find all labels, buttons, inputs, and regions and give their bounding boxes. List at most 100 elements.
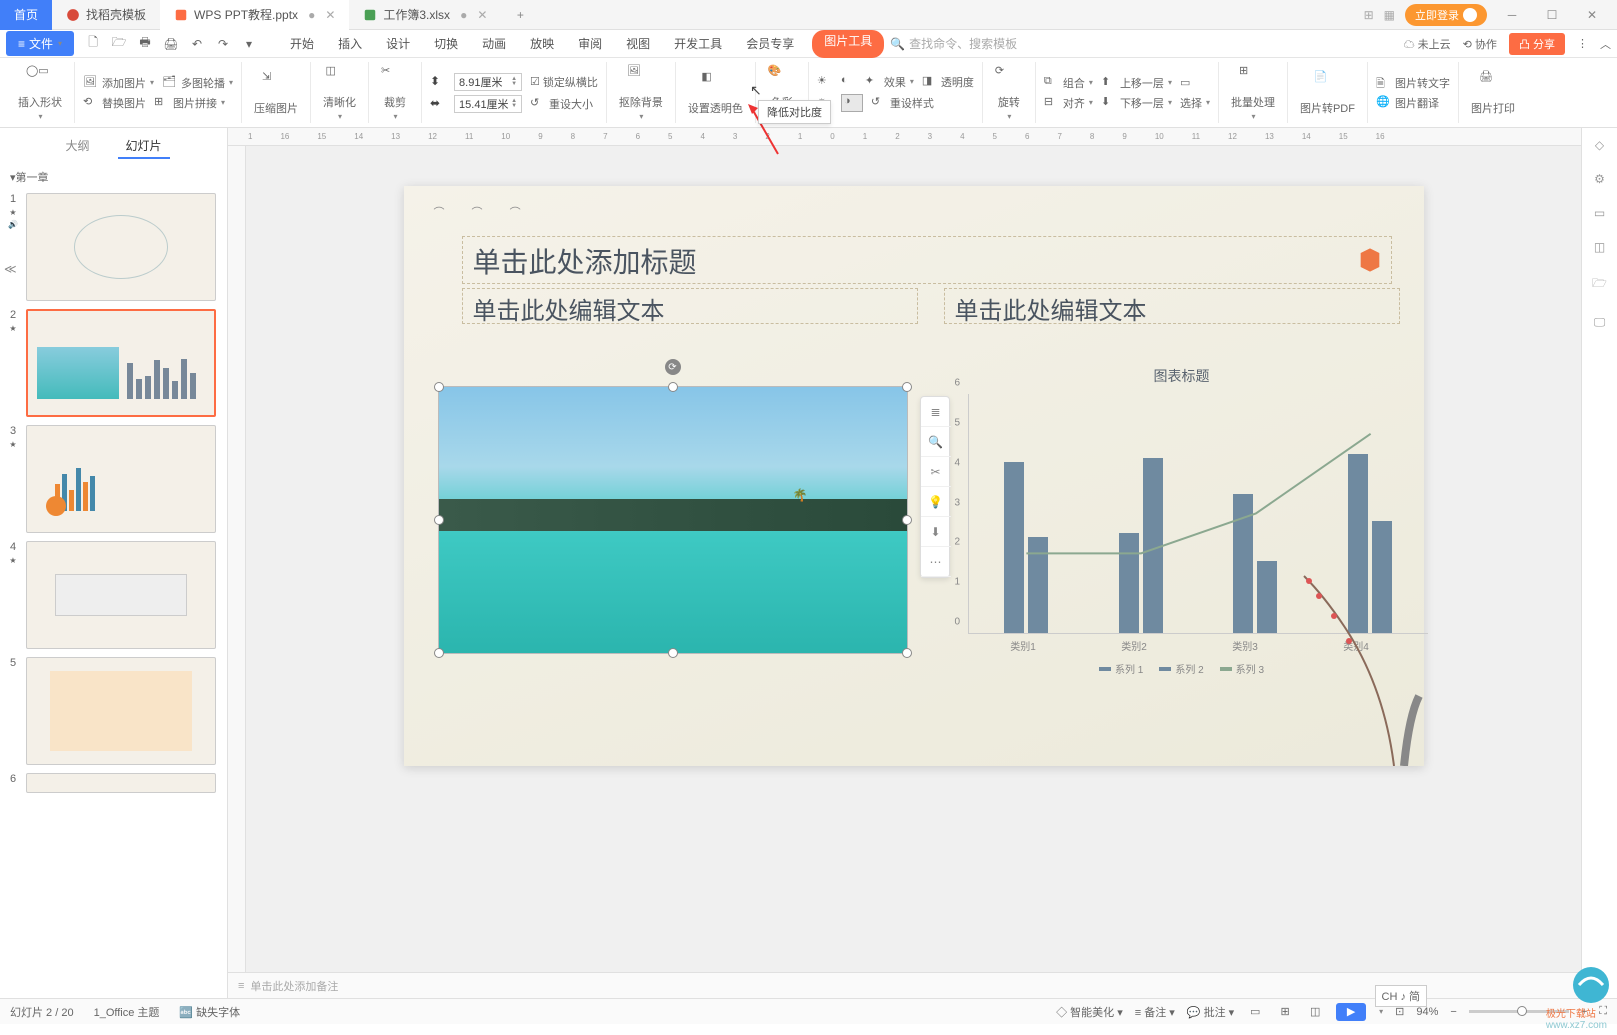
tab-indicator-icon[interactable]: ●	[460, 8, 467, 22]
login-button[interactable]: 立即登录	[1405, 4, 1487, 26]
tab-review[interactable]: 审阅	[566, 30, 614, 58]
tab-picture-tools[interactable]: 图片工具	[812, 30, 884, 58]
dock-settings-icon[interactable]: ⚙	[1594, 172, 1605, 186]
lock-ratio-checkbox[interactable]: ☑锁定纵横比	[530, 74, 598, 90]
resize-handle-w[interactable]	[434, 515, 444, 525]
cloud-status[interactable]: ☁ 未上云	[1404, 36, 1451, 52]
notes-button[interactable]: ≡ 备注 ▾	[1135, 1004, 1175, 1020]
comment-button[interactable]: 💬 批注 ▾	[1187, 1004, 1234, 1020]
set-transparent-button[interactable]: ◧设置透明色	[684, 70, 747, 116]
selection-pane-icon[interactable]: ▭	[1180, 76, 1190, 89]
tab-devtools[interactable]: 开发工具	[662, 30, 734, 58]
view-sorter-icon[interactable]: ⊞	[1276, 1003, 1294, 1021]
height-input[interactable]: 8.91厘米▲▼	[454, 73, 522, 91]
rotate-button[interactable]: ⟳旋转▾	[991, 64, 1027, 121]
more-menu-icon[interactable]: ⋮	[1577, 37, 1588, 50]
missing-font[interactable]: 🔤 缺失字体	[179, 1004, 240, 1020]
select-button[interactable]: 选择▾	[1180, 95, 1210, 111]
ft-zoom-button[interactable]: 🔍	[921, 427, 951, 457]
slides-tab[interactable]: 幻灯片	[118, 134, 170, 159]
move-up-button[interactable]: ⬆上移一层▾	[1101, 75, 1172, 91]
multi-outline-button[interactable]: 🗂多图轮播▾	[162, 75, 233, 91]
apps-icon[interactable]: ⊞	[1364, 8, 1374, 22]
text-placeholder-left[interactable]: 单击此处编辑文本	[462, 288, 918, 324]
tab-home[interactable]: 首页	[0, 0, 52, 30]
to-pdf-button[interactable]: 📄图片转PDF	[1296, 70, 1359, 116]
share-button[interactable]: 凸 分享	[1509, 33, 1565, 55]
insert-shape-button[interactable]: ◯▭插入形状▾	[14, 64, 66, 121]
resize-handle-n[interactable]	[668, 382, 678, 392]
resize-handle-s[interactable]	[668, 648, 678, 658]
horizontal-ruler[interactable]: 1161514131211109876543210123456789101112…	[228, 128, 1581, 146]
move-down-button[interactable]: ⬇下移一层▾	[1101, 95, 1172, 111]
outline-tab[interactable]: 大纲	[57, 134, 97, 159]
replace-image-button[interactable]: ⟲替换图片	[83, 95, 146, 111]
tab-close-icon[interactable]: ✕	[325, 8, 335, 22]
batch-button[interactable]: ⊞批量处理▾	[1227, 64, 1279, 121]
slide-canvas[interactable]: ⌒ ⌒ ⌒ 单击此处添加标题 单击此处编辑文本 单击此处编辑文本 🌴 ⟳	[404, 186, 1424, 766]
new-tab-button[interactable]: +	[509, 4, 531, 26]
contrast-up-button[interactable]: ◐	[841, 74, 857, 90]
zoom-out-button[interactable]: −	[1450, 1006, 1456, 1018]
tab-animation[interactable]: 动画	[470, 30, 518, 58]
collapse-panel-button[interactable]: ≪	[4, 262, 18, 276]
to-text-button[interactable]: 🗎图片转文字	[1376, 75, 1450, 91]
close-button[interactable]: ✕	[1577, 5, 1607, 25]
qat-new-icon[interactable]: 🗋	[84, 35, 102, 53]
tab-templates[interactable]: 找稻壳模板	[52, 0, 160, 30]
ft-crop-button[interactable]: ✂	[921, 457, 951, 487]
contrast-down-button[interactable]: ◑	[841, 94, 863, 112]
effects-button[interactable]: ✦效果▾	[865, 74, 914, 90]
tab-insert[interactable]: 插入	[326, 30, 374, 58]
resize-handle-sw[interactable]	[434, 648, 444, 658]
rotate-handle[interactable]: ⟳	[665, 359, 681, 375]
slide-thumb-3[interactable]	[26, 425, 216, 533]
ft-idea-button[interactable]: 💡	[921, 487, 951, 517]
ft-layers-button[interactable]: ≣	[921, 397, 951, 427]
image-merge-button[interactable]: ⊞图片拼接▾	[154, 95, 225, 111]
qat-more-icon[interactable]: ▾	[240, 35, 258, 53]
crop-button[interactable]: ✂裁剪▾	[377, 64, 413, 121]
text-placeholder-right[interactable]: 单击此处编辑文本	[944, 288, 1400, 324]
compress-button[interactable]: ⇲压缩图片	[250, 70, 302, 116]
ft-export-button[interactable]: ⬇	[921, 517, 951, 547]
collab-button[interactable]: ⟲ 协作	[1463, 36, 1497, 52]
add-image-button[interactable]: 🖼添加图片▾	[83, 75, 154, 91]
resize-handle-se[interactable]	[902, 648, 912, 658]
tab-indicator-icon[interactable]: ●	[308, 8, 315, 22]
ft-more-button[interactable]: ⋯	[921, 547, 951, 577]
maximize-button[interactable]: ☐	[1537, 5, 1567, 25]
align-button[interactable]: ⊟对齐▾	[1044, 95, 1093, 111]
slideshow-button[interactable]: ▶	[1336, 1003, 1366, 1021]
tab-view[interactable]: 视图	[614, 30, 662, 58]
zoom-level[interactable]: 94%	[1416, 1006, 1438, 1018]
tab-member[interactable]: 会员专享	[734, 30, 806, 58]
tab-xls-file[interactable]: 工作簿3.xlsx ● ✕	[349, 0, 501, 30]
slideshow-dropdown[interactable]: ▾	[1379, 1007, 1383, 1016]
collapse-ribbon-icon[interactable]: ︿	[1600, 36, 1611, 52]
grid-icon[interactable]: ▦	[1384, 8, 1395, 22]
title-placeholder[interactable]: 单击此处添加标题	[462, 236, 1392, 284]
sharpen-button[interactable]: ◫清晰化▾	[319, 64, 360, 121]
brightness-up-button[interactable]: ☀	[817, 74, 833, 90]
slide-thumb-2[interactable]	[26, 309, 216, 417]
theme-name[interactable]: 1_Office 主题	[94, 1004, 160, 1020]
resize-handle-nw[interactable]	[434, 382, 444, 392]
resize-handle-ne[interactable]	[902, 382, 912, 392]
view-reading-icon[interactable]: ◫	[1306, 1003, 1324, 1021]
translate-button[interactable]: 🌐图片翻译	[1376, 95, 1439, 111]
command-search[interactable]: 🔍 查找命令、搜索模板	[890, 35, 1017, 52]
ime-indicator[interactable]: CH ♪ 简	[1375, 985, 1428, 1007]
tab-transition[interactable]: 切换	[422, 30, 470, 58]
beautify-button[interactable]: ◇ 智能美化 ▾	[1056, 1004, 1123, 1020]
canvas-area[interactable]: ⌒ ⌒ ⌒ 单击此处添加标题 单击此处编辑文本 单击此处编辑文本 🌴 ⟳	[246, 146, 1581, 972]
selected-image[interactable]: 🌴 ⟳	[438, 386, 908, 654]
dock-resources-icon[interactable]: 🗁	[1592, 274, 1607, 295]
tab-ppt-file[interactable]: WPS PPT教程.pptx ● ✕	[160, 0, 349, 30]
section-header[interactable]: ▾ 第一章	[0, 165, 227, 189]
tab-start[interactable]: 开始	[278, 30, 326, 58]
vertical-ruler[interactable]	[228, 146, 246, 972]
reset-size-button[interactable]: ↺重设大小	[530, 96, 593, 112]
reset-style-button[interactable]: ↺重设样式	[871, 95, 934, 111]
slide-thumb-5[interactable]	[26, 657, 216, 765]
